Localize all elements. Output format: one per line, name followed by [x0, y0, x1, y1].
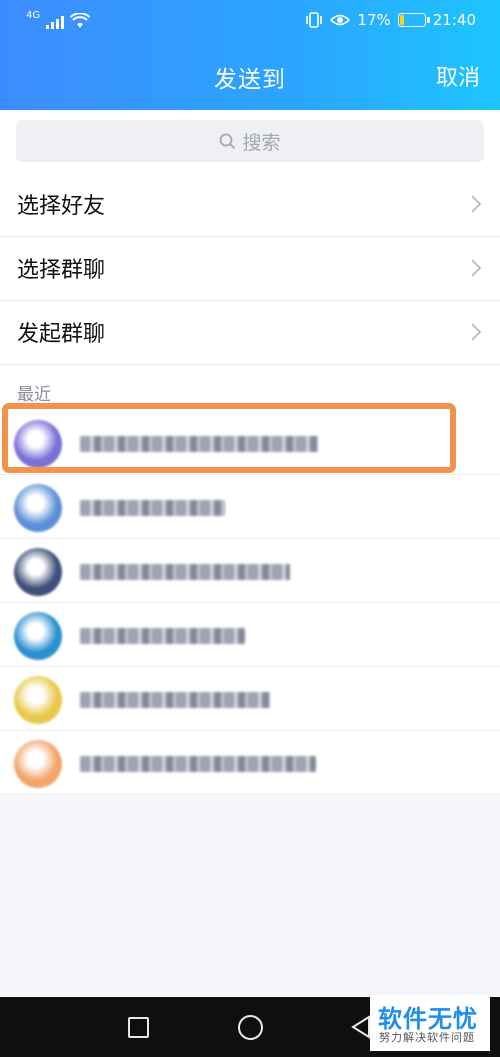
recent-contact-row[interactable] [0, 668, 500, 731]
battery-icon [397, 13, 430, 27]
signal-icon [46, 13, 65, 29]
watermark-subtitle: 努力解决软件问题 [379, 1031, 475, 1044]
blurred-contact-name [80, 436, 318, 452]
page-title: 发送到 [214, 67, 286, 93]
menu-label: 发起群聊 [17, 322, 106, 347]
recent-section-label: 最近 [17, 385, 51, 405]
search-input[interactable]: 搜索 [16, 120, 484, 162]
blurred-contact-name [80, 500, 225, 516]
avatar [14, 740, 62, 788]
battery-percent: 17% [357, 11, 391, 29]
avatar [14, 420, 62, 468]
eye-protection-icon [330, 14, 351, 26]
network-label: 4G [26, 10, 41, 21]
wifi-icon [70, 13, 91, 28]
recent-contact-row[interactable] [0, 732, 500, 795]
main-content: 搜索 选择好友 选择群聊 发起群聊 最近 [0, 110, 500, 796]
search-icon [220, 133, 236, 149]
menu-start-group-chat[interactable]: 发起群聊 [0, 300, 500, 365]
chevron-right-icon [471, 259, 482, 277]
menu-select-friends[interactable]: 选择好友 [0, 172, 500, 237]
blurred-contact-name [80, 756, 316, 772]
status-bar: 4G 17% 21:40 [0, 0, 500, 42]
menu-select-group[interactable]: 选择群聊 [0, 236, 500, 301]
vibrate-icon [306, 12, 323, 28]
watermark-logo: 软件无忧 努力解决软件问题 [370, 995, 490, 1051]
recent-contact-row[interactable] [0, 476, 500, 539]
recent-contact-row[interactable] [0, 412, 500, 475]
battery-level-fill [399, 15, 404, 25]
status-left: 4G [26, 10, 91, 29]
avatar [14, 676, 62, 724]
recent-contact-row[interactable] [0, 604, 500, 667]
app-header: 4G 17% 21:40 发送到 取消 [0, 0, 500, 110]
recent-apps-icon[interactable] [128, 1017, 149, 1038]
blurred-contact-name [80, 692, 270, 708]
avatar [14, 612, 62, 660]
menu-label: 选择群聊 [17, 258, 106, 283]
home-icon[interactable] [238, 1015, 263, 1040]
chevron-right-icon [471, 195, 482, 213]
search-placeholder: 搜索 [242, 131, 281, 154]
cancel-button[interactable]: 取消 [436, 60, 480, 92]
blurred-contact-name [80, 564, 290, 580]
blurred-contact-name [80, 628, 245, 644]
menu-label: 选择好友 [17, 194, 106, 219]
avatar [14, 484, 62, 532]
search-placeholder-group: 搜索 [16, 120, 484, 162]
recent-contact-row[interactable] [0, 540, 500, 603]
avatar [14, 548, 62, 596]
chevron-right-icon [471, 323, 482, 341]
back-icon[interactable] [350, 1015, 372, 1039]
status-time: 21:40 [432, 11, 476, 29]
status-right: 17% 21:40 [305, 11, 476, 29]
